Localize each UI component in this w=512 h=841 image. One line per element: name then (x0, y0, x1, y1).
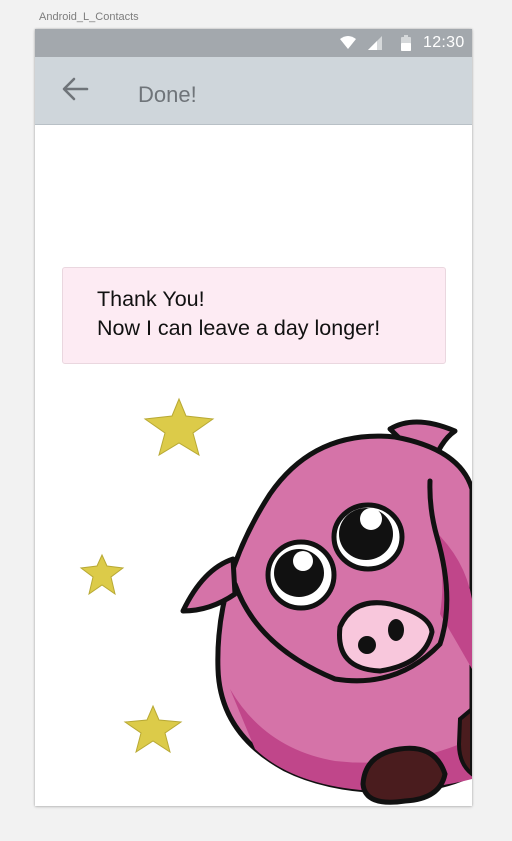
wifi-icon (340, 36, 356, 55)
thank-you-card: Thank You! Now I can leave a day longer! (62, 267, 446, 364)
status-bar: 12:30 (35, 29, 472, 57)
arrow-left-icon (61, 77, 89, 106)
battery-icon (401, 35, 411, 56)
star-icon (143, 397, 215, 457)
artboard-label: Android_L_Contacts (39, 11, 139, 23)
star-icon (79, 553, 125, 596)
message-line-1: Thank You! (97, 287, 205, 311)
page-title: Done! (138, 82, 197, 107)
back-button[interactable] (57, 73, 93, 109)
message-line-2: Now I can leave a day longer! (97, 316, 381, 340)
app-bar: Done! (35, 57, 472, 125)
signal-icon (368, 36, 382, 55)
phone-screen: 12:30 Done! Thank You! Now I can leave a… (35, 29, 472, 806)
pig-icon (180, 419, 472, 805)
pig-illustration (79, 397, 472, 805)
status-time: 12:30 (423, 34, 465, 51)
star-icon (123, 704, 183, 754)
